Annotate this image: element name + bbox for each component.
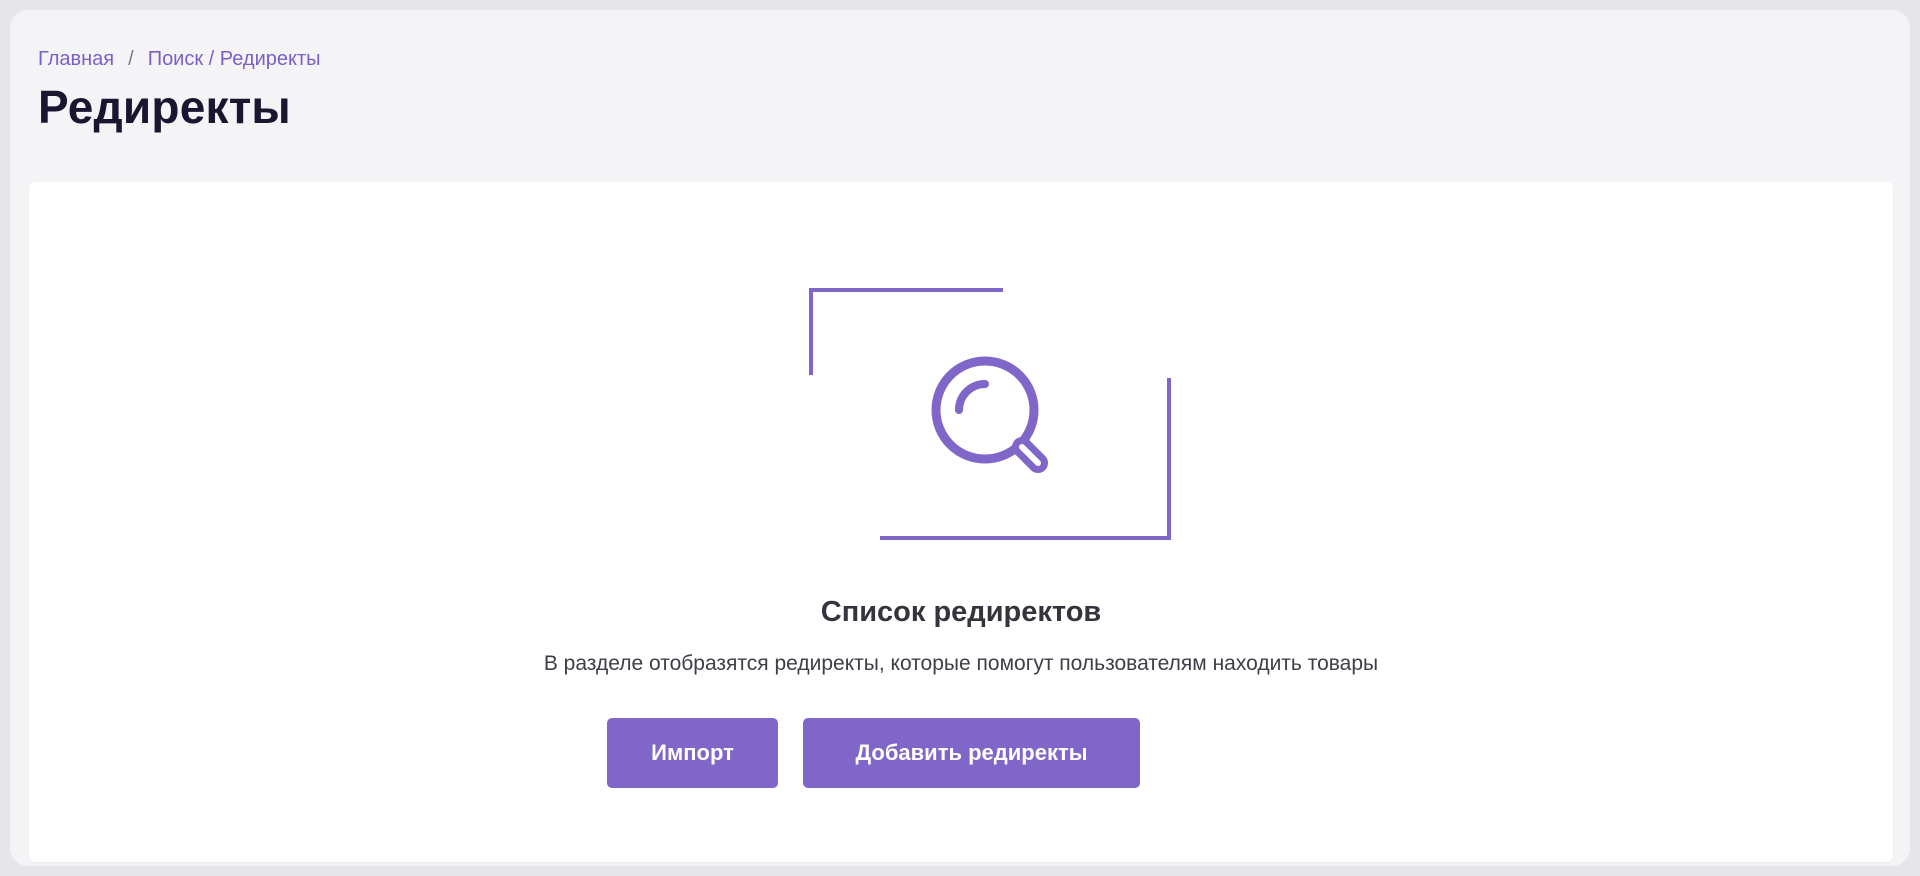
search-icon [931,356,1048,473]
breadcrumb-current-link[interactable]: Поиск / Редиректы [148,48,321,71]
app-window: Главная / Поиск / Редиректы Редиректы Сп… [10,10,1910,866]
breadcrumb-home-link[interactable]: Главная [38,48,114,71]
breadcrumb-separator: / [128,48,134,70]
frame-corners-icon [809,288,1171,540]
add-redirects-button[interactable]: Добавить редиректы [803,718,1140,788]
empty-state-title: Список редиректов [820,596,1102,628]
empty-state-card: Список редиректов В разделе отобразятся … [29,182,1893,862]
breadcrumb: Главная / Поиск / Редиректы [38,48,321,71]
empty-state-illustration [809,288,1171,540]
page-title: Редиректы [38,81,291,133]
import-button[interactable]: Импорт [607,718,778,788]
empty-state-description: В разделе отобразятся редиректы, которые… [543,652,1379,675]
